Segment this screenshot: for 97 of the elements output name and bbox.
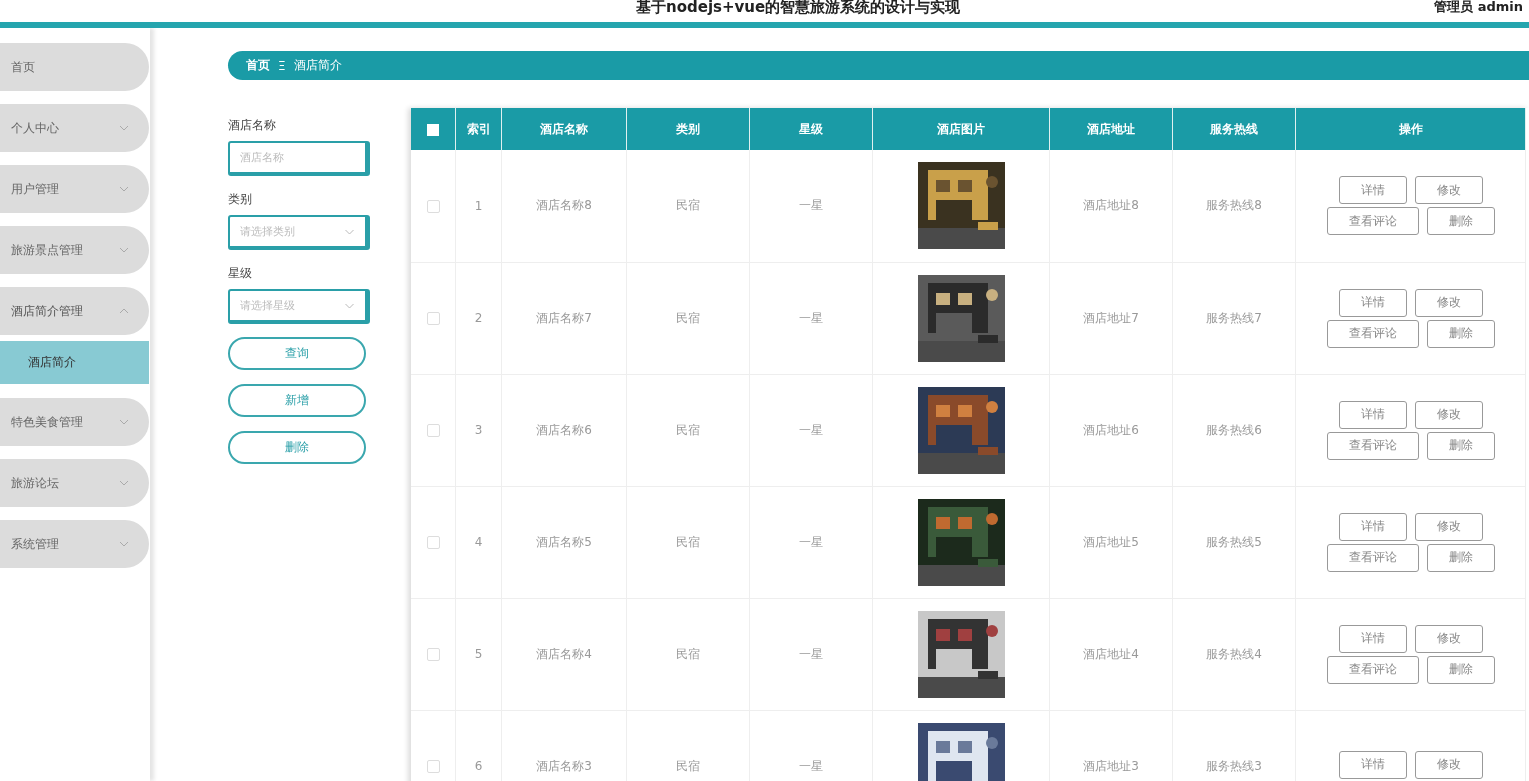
column-header: 酒店地址 [1087, 121, 1135, 136]
action-button[interactable]: 删除 [228, 431, 366, 464]
field-label: 类别 [228, 191, 253, 208]
table-cell: 4 [474, 535, 483, 549]
breadcrumb-current: 酒店简介 [293, 57, 342, 74]
row-action-button[interactable]: 详情 [1338, 624, 1407, 653]
row-action-button[interactable]: 查看评论 [1326, 431, 1419, 460]
chevron-icon [344, 228, 355, 235]
nav-item[interactable]: 旅游景点管理 [0, 226, 149, 274]
table-cell: 酒店名称3 [536, 758, 592, 773]
breadcrumb-separator: Ξ [278, 58, 286, 73]
table-cell: 酒店地址7 [1083, 310, 1139, 325]
row-action-button[interactable]: 删除 [1426, 431, 1495, 460]
row-action-button[interactable]: 修改 [1414, 624, 1483, 653]
row-checkbox[interactable] [426, 648, 440, 661]
row-action-button[interactable]: 删除 [1426, 543, 1495, 572]
select-all-checkbox[interactable] [427, 123, 439, 136]
nav-item[interactable]: 个人中心 [0, 104, 149, 152]
table-cell: 5 [474, 647, 483, 661]
table-cell: 一星 [799, 310, 823, 325]
table-cell: 一星 [799, 198, 823, 213]
table-cell: 一星 [799, 422, 823, 437]
column-header: 索引 [466, 121, 491, 136]
table-cell: 2 [474, 311, 483, 325]
row-action-button[interactable]: 查看评论 [1326, 543, 1419, 572]
column-header: 星级 [799, 121, 823, 136]
table-cell: 服务热线7 [1206, 310, 1262, 325]
table-cell: 服务热线5 [1206, 534, 1262, 549]
row-action-button[interactable]: 修改 [1414, 400, 1483, 429]
table-cell: 酒店名称4 [536, 646, 592, 661]
row-action-button[interactable]: 详情 [1338, 288, 1407, 317]
row-checkbox[interactable] [426, 312, 440, 325]
nav-subitem[interactable]: 酒店简介 [0, 341, 149, 384]
table-cell: 酒店地址5 [1083, 534, 1139, 549]
table-cell: 民宿 [676, 198, 700, 213]
table-cell: 酒店地址4 [1083, 646, 1139, 661]
column-header: 酒店图片 [937, 121, 985, 136]
column-header: 服务热线 [1210, 121, 1258, 136]
nav-item[interactable]: 首页 [0, 43, 149, 91]
table-cell: 民宿 [676, 646, 700, 661]
nav-item[interactable]: 旅游论坛 [0, 459, 149, 507]
row-action-button[interactable]: 修改 [1414, 750, 1483, 779]
row-action-button[interactable]: 详情 [1338, 400, 1407, 429]
select-field[interactable]: 请选择星级 [228, 289, 370, 324]
nav-item[interactable]: 用户管理 [0, 165, 149, 213]
row-action-button[interactable]: 修改 [1414, 288, 1483, 317]
column-header: 类别 [676, 121, 700, 136]
table-cell: 酒店名称6 [536, 422, 592, 437]
row-checkbox[interactable] [426, 199, 440, 213]
row-action-button[interactable]: 详情 [1338, 512, 1407, 541]
table-cell: 一星 [799, 646, 823, 661]
select-field[interactable]: 请选择类别 [228, 215, 370, 250]
table-cell: 服务热线6 [1206, 422, 1262, 437]
table-cell: 服务热线4 [1206, 646, 1262, 661]
table-cell: 酒店名称7 [536, 310, 592, 325]
table-cell: 酒店名称5 [536, 534, 592, 549]
row-action-button[interactable]: 删除 [1426, 655, 1495, 684]
row-checkbox[interactable] [426, 536, 440, 549]
row-action-button[interactable]: 删除 [1426, 207, 1495, 236]
column-header: 操作 [1398, 121, 1423, 136]
user-label: 管理员 admin [1434, 0, 1523, 13]
table-cell: 酒店地址8 [1083, 198, 1139, 213]
row-action-button[interactable]: 查看评论 [1326, 319, 1419, 348]
table-cell: 民宿 [676, 758, 700, 773]
table-cell: 1 [474, 198, 483, 213]
row-action-button[interactable]: 删除 [1426, 319, 1495, 348]
table-cell: 6 [474, 759, 483, 773]
row-checkbox[interactable] [426, 424, 440, 437]
table-cell: 酒店名称8 [536, 198, 592, 213]
field-label: 星级 [228, 265, 253, 282]
row-checkbox[interactable] [426, 760, 440, 773]
field-label: 酒店名称 [228, 117, 277, 134]
table-cell: 服务热线3 [1206, 758, 1262, 773]
row-action-button[interactable]: 查看评论 [1326, 655, 1419, 684]
action-button[interactable]: 新增 [228, 384, 366, 417]
table-cell: 民宿 [676, 310, 700, 325]
action-button[interactable]: 查询 [228, 337, 366, 370]
row-action-button[interactable]: 详情 [1338, 750, 1407, 779]
table-cell: 民宿 [676, 534, 700, 549]
breadcrumb-link[interactable]: 首页 [246, 57, 270, 74]
column-header: 酒店名称 [540, 121, 588, 136]
row-action-button[interactable]: 详情 [1338, 176, 1407, 205]
row-action-button[interactable]: 修改 [1414, 176, 1483, 205]
chevron-icon [344, 302, 355, 309]
table-cell: 民宿 [676, 422, 700, 437]
nav-item[interactable]: 系统管理 [0, 520, 149, 568]
nav-item[interactable]: 酒店简介管理 [0, 287, 149, 335]
row-action-button[interactable]: 查看评论 [1326, 207, 1419, 236]
table-cell: 酒店地址3 [1083, 758, 1139, 773]
table-cell: 服务热线8 [1206, 198, 1262, 213]
table-cell: 一星 [799, 758, 823, 773]
input-field[interactable]: 酒店名称 [228, 141, 370, 176]
table-cell: 一星 [799, 534, 823, 549]
row-action-button[interactable]: 修改 [1414, 512, 1483, 541]
nav-item[interactable]: 特色美食管理 [0, 398, 149, 446]
table-cell: 酒店地址6 [1083, 422, 1139, 437]
table-cell: 3 [474, 423, 483, 437]
